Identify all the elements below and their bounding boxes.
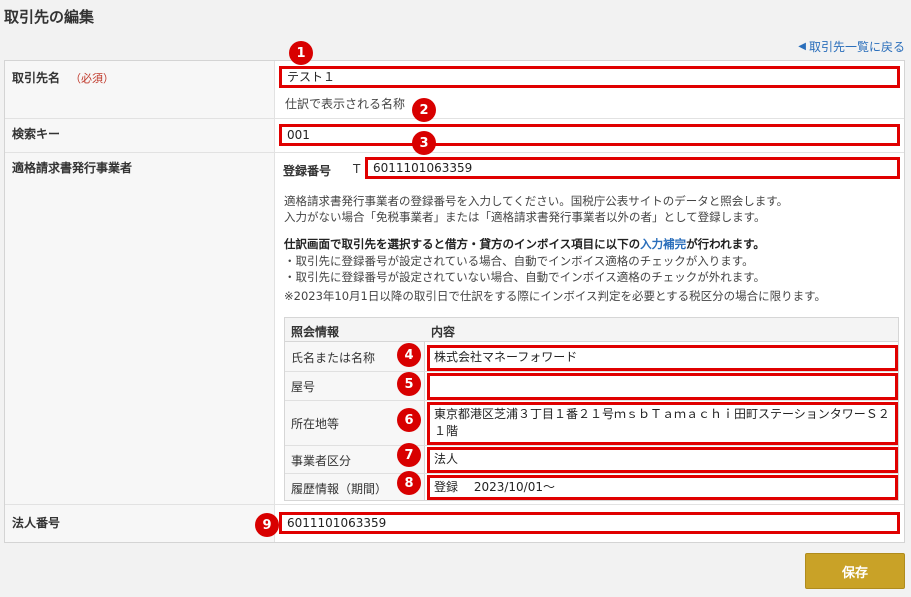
registration-number-label: 登録番号 [283,164,332,178]
invoice-description-1: 適格請求書発行事業者の登録番号を入力してください。国税庁公表サイトのデータと照会… [284,194,789,208]
annotation-badge-2: 2 [412,98,436,122]
partner-name-input[interactable]: テスト１ [279,66,900,88]
table-row-divider [285,445,898,446]
corporate-number-label: 法人番号 [12,516,61,530]
table-row-label: 氏名または名称 [291,351,376,365]
lookup-info-table: 照会情報 内容 氏名または名称 屋号 所在地等 事業者区分 履歴情報（期間） 株… [284,317,899,501]
annotation-badge-1: 1 [289,41,313,65]
back-link-label: 取引先一覧に戻る [808,40,905,54]
table-row-label: 履歴情報（期間） [291,482,388,496]
table-header: 照会情報 内容 [285,318,898,342]
partner-edit-form: 取引先名 （必須） テスト１ 仕訳で表示される名称 検索キー 001 適格請求書発… [4,60,905,543]
registration-number-input[interactable]: 6011101063359 [365,157,900,179]
annotation-badge-5: 5 [397,372,421,396]
registration-prefix: T [353,162,361,176]
table-row-divider [285,371,898,372]
table-row-divider [285,473,898,474]
row-divider [5,152,904,153]
autocomplete-note: ※2023年10月1日以降の取引日で仕訳をする際にインボイス判定を必要とする税区… [284,289,827,303]
chevron-left-icon: ◀ [798,41,806,52]
table-cell-name: 株式会社マネーフォワード [427,345,898,371]
annotation-badge-7: 7 [397,443,421,467]
partner-name-hint: 仕訳で表示される名称 [285,97,406,111]
required-badge: （必須） [70,72,115,85]
table-row-label: 所在地等 [291,417,340,431]
annotation-badge-3: 3 [412,131,436,155]
table-cell-address: 東京都港区芝浦３丁目１番２１号ｍｓｂＴａｍａｃｈｉ田町ステーションタワーＳ２１階 [427,402,898,445]
save-button[interactable]: 保存 [805,553,905,589]
table-cell-history: 登録 2023/10/01〜 [427,475,898,500]
row-divider [5,504,904,505]
table-cell-business-type: 法人 [427,447,898,473]
table-row-divider [285,400,898,401]
annotation-badge-6: 6 [397,408,421,432]
table-header-cell: 照会情報 [291,325,340,339]
table-header-cell: 内容 [431,325,456,339]
annotation-badge-4: 4 [397,343,421,367]
autocomplete-link[interactable]: 入力補完 [640,237,686,251]
back-to-list-link[interactable]: ◀ 取引先一覧に戻る [798,38,905,55]
autocomplete-heading: 仕訳画面で取引先を選択すると借方・貸方のインボイス項目に以下の入力補完が行われま… [284,237,765,251]
table-cell-trade-name [427,373,898,400]
corporate-number-input[interactable]: 6011101063359 [279,512,900,534]
row-divider [5,118,904,119]
search-key-label: 検索キー [12,127,61,141]
invoice-issuer-label: 適格請求書発行事業者 [12,161,133,175]
page-title: 取引先の編集 [4,8,95,26]
table-row-label: 屋号 [291,380,316,394]
partner-name-label: 取引先名 （必須） [12,71,115,85]
autocomplete-bullet-2: ・取引先に登録番号が設定されていない場合、自動でインボイス適格のチェックが外れま… [284,270,766,284]
invoice-description-2: 入力がない場合「免税事業者」または「適格請求書発行事業者以外の者」として登録しま… [284,210,766,224]
autocomplete-bullet-1: ・取引先に登録番号が設定されている場合、自動でインボイス適格のチェックが入ります… [284,254,754,268]
search-key-input[interactable]: 001 [279,124,900,146]
annotation-badge-8: 8 [397,471,421,495]
annotation-badge-9: 9 [255,513,279,537]
table-row-label: 事業者区分 [291,454,352,468]
